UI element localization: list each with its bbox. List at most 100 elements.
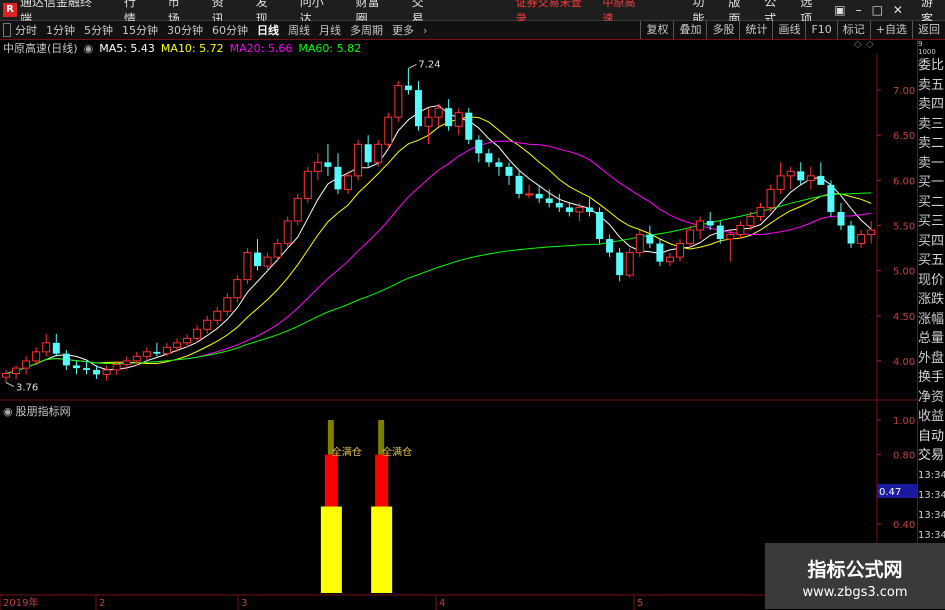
maximize-icon[interactable]: □ <box>872 3 883 17</box>
candle-body <box>505 166 513 176</box>
period-5min[interactable]: 5分钟 <box>84 22 113 38</box>
diamond-icon[interactable]: ◇ <box>854 40 862 50</box>
candle-body <box>817 175 825 185</box>
candle-body <box>726 234 735 240</box>
restore-window-icon[interactable]: ▣ <box>834 3 845 17</box>
candle-body <box>303 170 312 199</box>
candle-body <box>102 369 111 375</box>
quote-panel-item: 买二 <box>918 194 945 210</box>
candle-body <box>142 351 151 357</box>
period-1min[interactable]: 1分钟 <box>46 22 75 38</box>
candle-body <box>293 197 302 222</box>
signal-red-bar <box>375 454 389 507</box>
add-watchlist-button[interactable]: +自选 <box>869 21 912 39</box>
watermark-title: 指标公式网 <box>807 559 903 581</box>
watermark-url: www.zbgs3.com <box>802 585 908 600</box>
candle-body <box>283 220 292 245</box>
candle-body <box>454 112 463 127</box>
ma10-line <box>5 116 872 374</box>
candle-body <box>635 234 644 254</box>
candle-body <box>82 368 90 370</box>
candle-body <box>263 256 272 267</box>
signal-red-bar <box>324 454 338 507</box>
signal-yellow-bar <box>371 506 393 593</box>
candle-body <box>434 107 443 118</box>
candle-body <box>394 85 403 118</box>
price-tick-label: 6.50 <box>893 131 915 142</box>
candle-body <box>334 166 342 190</box>
quote-panel-item: 卖三 <box>918 116 945 132</box>
date-tick-label: 5 <box>637 598 643 609</box>
minimize-icon[interactable]: – <box>856 3 862 17</box>
fuquan-button[interactable]: 复权 <box>640 21 673 39</box>
candle-body <box>32 351 41 362</box>
candle-body <box>364 144 372 163</box>
price-tick-label: 4.00 <box>893 357 915 368</box>
candle-body <box>565 207 573 212</box>
high-price-label: 7.24 <box>418 59 440 70</box>
zoom-icon[interactable]: ◇ <box>866 40 874 50</box>
period-fenshi[interactable]: 分时 <box>15 22 37 38</box>
candle-body <box>686 229 695 245</box>
candle-body <box>776 175 785 190</box>
close-icon[interactable]: ✕ <box>893 3 903 17</box>
quote-panel-item: 外盘 <box>918 350 945 366</box>
period-60min[interactable]: 60分钟 <box>212 22 248 38</box>
period-more[interactable]: 更多 <box>392 22 414 38</box>
candle-body <box>806 175 815 181</box>
ma5-line <box>5 104 872 374</box>
period-15min[interactable]: 15分钟 <box>122 22 158 38</box>
signal-label: 全满仓 <box>382 446 412 459</box>
ma20-line <box>5 140 872 374</box>
candle-body <box>2 373 10 378</box>
quote-panel-item: 收益 <box>918 409 945 424</box>
candle-body <box>414 90 422 127</box>
quote-panel-item: 涨跌 <box>918 292 945 307</box>
candle-body <box>465 112 473 140</box>
quote-panel-item: 买四 <box>918 233 945 249</box>
candle-body <box>324 162 332 167</box>
quote-panel-item: 13:34 <box>918 509 945 521</box>
quote-panel-item: 13:34 <box>918 469 945 481</box>
candle-body <box>62 353 70 366</box>
panel-toggle-icon[interactable] <box>3 23 11 37</box>
chevron-right-icon[interactable]: › <box>423 24 427 37</box>
period-weekly[interactable]: 周线 <box>288 22 310 38</box>
mark-button[interactable]: 标记 <box>836 21 870 39</box>
candle-body <box>545 198 553 203</box>
quote-panel-item: 现价 <box>918 272 945 288</box>
candle-body <box>867 229 876 236</box>
candle-body <box>233 279 242 299</box>
quote-panel-item: 自动 <box>918 428 945 444</box>
quote-panel-item: 买三 <box>918 214 945 229</box>
price-tick-label: 6.00 <box>893 176 915 187</box>
stats-button[interactable]: 统计 <box>739 21 772 39</box>
candle-body <box>786 170 795 177</box>
multi-stock-button[interactable]: 多股 <box>706 21 739 39</box>
candle-body <box>827 184 835 212</box>
ma60-line <box>5 192 872 374</box>
candle-body <box>646 234 654 244</box>
date-tick-label: 2 <box>99 598 105 609</box>
draw-line-button[interactable]: 画线 <box>772 21 805 39</box>
watermark: 指标公式网 www.zbgs3.com <box>765 543 945 609</box>
period-daily[interactable]: 日线 <box>257 22 279 38</box>
period-monthly[interactable]: 月线 <box>319 22 341 38</box>
overlay-button[interactable]: 叠加 <box>673 21 706 39</box>
candle-body <box>847 225 855 244</box>
period-multi[interactable]: 多周期 <box>350 22 383 38</box>
f10-button[interactable]: F10 <box>805 21 836 39</box>
candle-body <box>445 108 453 127</box>
back-button[interactable]: 返回 <box>912 21 945 39</box>
candle-body <box>254 252 261 267</box>
panel-header-top: 9 <box>918 40 923 48</box>
quote-panel-item: 卖五 <box>918 77 945 93</box>
quote-panel-item: 净资 <box>918 389 945 405</box>
period-30min[interactable]: 30分钟 <box>167 22 203 38</box>
quote-panel-item: 卖二 <box>918 136 945 151</box>
candle-body <box>173 342 182 348</box>
candle-body <box>93 369 101 375</box>
price-tick-label: 5.50 <box>893 222 915 233</box>
candle-body <box>223 297 232 312</box>
price-chart[interactable]: 7.00 6.50 6.00 5.50 5.00 4.50 4.00 7.24 3.76 1.… <box>0 40 917 610</box>
